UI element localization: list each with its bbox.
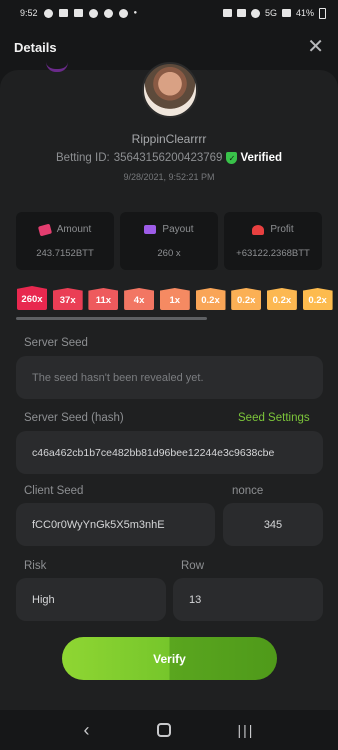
twitter-icon xyxy=(73,9,83,17)
page-title: Details xyxy=(14,39,57,55)
profit-value: +63122.2368BTT xyxy=(236,248,310,259)
close-button[interactable]: ✕ xyxy=(307,37,324,57)
betting-id-value: 356431562004237​69 xyxy=(113,152,223,164)
row-label: Row xyxy=(181,560,205,572)
app-icon xyxy=(103,8,113,18)
avatar xyxy=(142,62,198,118)
multiplier-chip: 260x xyxy=(17,286,47,310)
risk-field[interactable]: High xyxy=(16,578,166,621)
key-icon xyxy=(222,9,232,17)
verified-label: Verified xyxy=(240,152,282,164)
multiplier-chip: 37x xyxy=(52,288,83,310)
mute-icon xyxy=(236,9,246,17)
row-field[interactable]: 13 xyxy=(173,578,323,621)
server-seed-hash-field[interactable]: c46a462cb1b7ce482bb81d96bee12244e3c9638c… xyxy=(16,431,323,474)
signal-icon xyxy=(281,9,291,17)
status-bar: 9:52 ● 5G 41% xyxy=(0,0,338,26)
multiplier-row[interactable]: 260x 37x 11x 4x 1x 0.2x 0.2x 0.2x 0.2x xyxy=(0,286,338,314)
amount-label: Amount xyxy=(56,224,92,235)
network-type: 5G xyxy=(264,8,277,18)
payout-value: 260 x xyxy=(157,248,181,259)
amount-card: Amount 243.7152BTT xyxy=(16,212,114,270)
bet-timestamp: 9/28/2021, 9:52:21 PM xyxy=(123,172,215,182)
multiplier-chip: 0.2x xyxy=(231,288,262,310)
status-time: 9:52 xyxy=(20,8,38,18)
multiplier-chip: 0.2x xyxy=(302,288,333,310)
more-dot-icon: ● xyxy=(133,10,138,16)
multiplier-chip: 11x xyxy=(88,288,119,310)
cloud-icon xyxy=(118,8,128,18)
battery-icon xyxy=(319,7,326,19)
server-seed-hash-label: Server Seed (hash) xyxy=(24,412,124,424)
username: RippinClearrrr xyxy=(131,132,207,146)
payout-icon xyxy=(144,225,157,234)
seed-settings-link[interactable]: Seed Settings xyxy=(238,412,310,424)
verified-badge: ✓ Verified xyxy=(226,152,282,164)
verify-button[interactable]: Verify xyxy=(62,637,277,680)
client-seed-label: Client Seed xyxy=(24,485,84,497)
server-seed-label: Server Seed xyxy=(24,337,88,349)
notification-icon xyxy=(43,8,53,18)
back-icon[interactable]: ‹ xyxy=(84,720,90,741)
twitter-icon xyxy=(58,9,68,17)
shield-check-icon: ✓ xyxy=(226,152,238,164)
recents-icon[interactable]: ||| xyxy=(238,722,255,738)
home-icon[interactable] xyxy=(156,723,171,737)
horizontal-scrollbar[interactable] xyxy=(16,317,207,320)
wifi-icon xyxy=(250,8,260,18)
battery-percent: 41% xyxy=(295,8,314,18)
multiplier-chip: 1x xyxy=(159,288,190,310)
amount-value: 243.7152BTT xyxy=(36,248,94,259)
risk-label: Risk xyxy=(24,560,47,572)
coins-icon xyxy=(37,223,52,236)
profit-card: Profit +63122.2368BTT xyxy=(224,212,322,270)
betting-id-label: Betting ID: xyxy=(56,152,110,164)
payout-label: Payout xyxy=(162,224,194,235)
betting-id-line: Betting ID: 356431562004237​69 ✓ Verifie… xyxy=(0,152,338,164)
multiplier-chip: 0.2x xyxy=(195,288,226,310)
server-seed-field[interactable]: The seed hasn't been revealed yet. xyxy=(16,356,323,399)
nonce-label: nonce xyxy=(232,485,264,497)
profit-label: Profit xyxy=(270,224,294,235)
multiplier-chip: 4x xyxy=(124,288,155,310)
profit-icon xyxy=(252,224,265,235)
system-nav-bar: ‹ ||| xyxy=(0,710,338,750)
client-seed-field[interactable]: fCC0r0WyYnGk5X5m3nhE xyxy=(16,503,215,546)
nonce-field[interactable]: 345 xyxy=(223,503,323,546)
app-icon xyxy=(88,8,98,18)
multiplier-chip: 0.2x xyxy=(266,288,297,310)
payout-card: Payout 260 x xyxy=(120,212,218,270)
